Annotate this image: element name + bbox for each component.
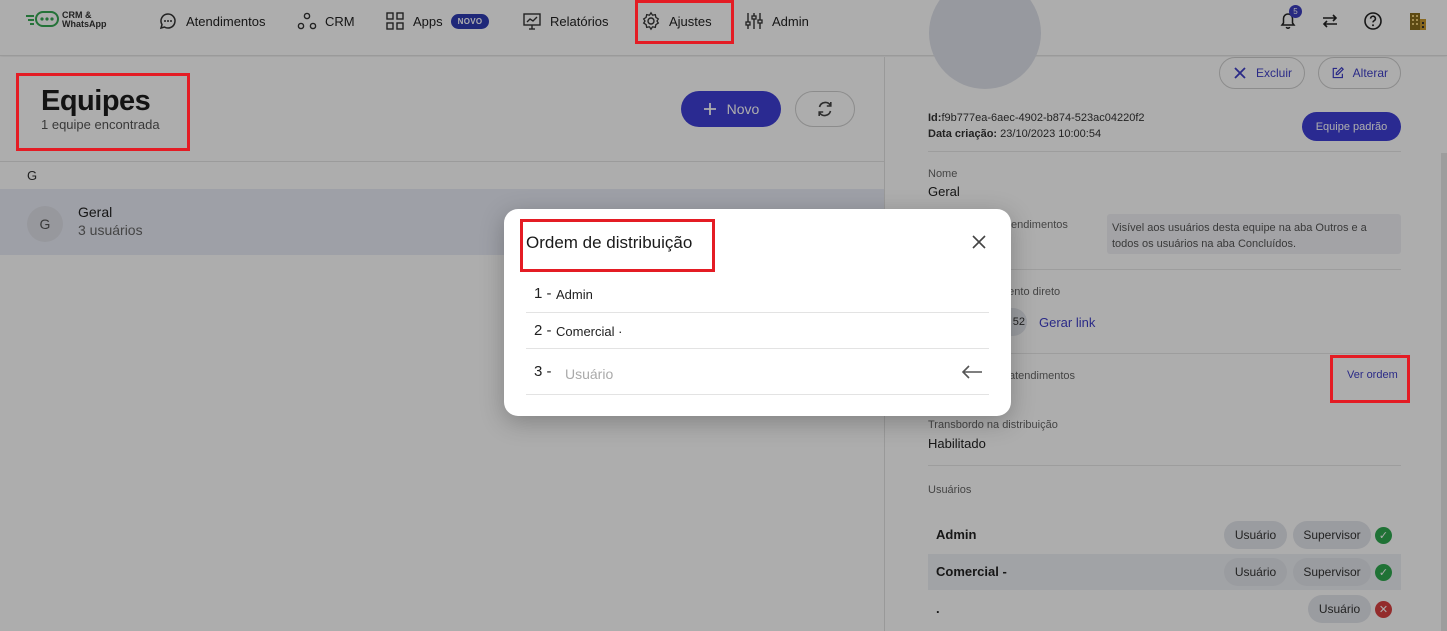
arrow-left-icon — [961, 365, 982, 379]
add-user-arrow-button[interactable] — [960, 360, 984, 384]
order-user-name: Comercial · — [556, 324, 623, 339]
close-icon — [972, 235, 986, 249]
order-number: 1 - — [534, 285, 552, 302]
order-number: 2 - — [534, 322, 552, 339]
order-user-name: Admin — [556, 287, 593, 302]
order-number: 3 - — [534, 363, 552, 380]
distribution-order-modal: Ordem de distribuição 1 - Admin 2 - Come… — [504, 209, 1011, 416]
user-search-input[interactable] — [565, 363, 925, 385]
modal-title: Ordem de distribuição — [526, 233, 693, 252]
order-list-item: 1 - Admin — [526, 277, 989, 313]
close-modal-button[interactable] — [968, 231, 990, 253]
order-add-row: 3 - — [526, 349, 989, 395]
order-list-item: 2 - Comercial · — [526, 313, 989, 349]
